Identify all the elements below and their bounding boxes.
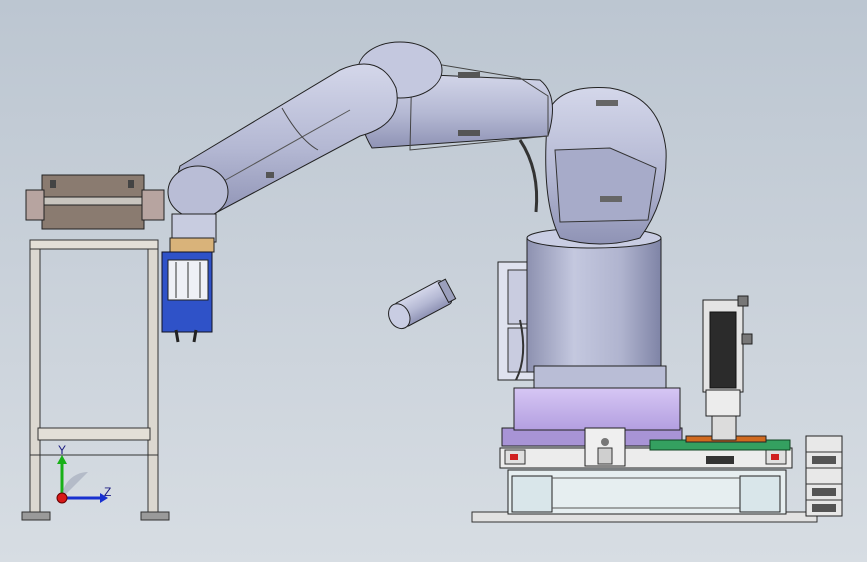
servo-motor-unit[interactable] [702,295,753,441]
y-axis-label: Y [58,443,66,457]
cad-viewport[interactable]: Y Z [0,0,867,562]
base-platform[interactable] [471,387,818,523]
gripper[interactable] [161,237,215,343]
coordinate-triad: Y Z [56,443,111,504]
conveyor-stand[interactable] [21,174,170,521]
floating-cylinder-part[interactable] [384,277,457,332]
assembly-model[interactable]: Y Z [0,0,867,562]
z-axis-label: Z [104,485,111,499]
robot-base-column[interactable] [497,227,667,389]
side-rack[interactable] [805,435,843,517]
